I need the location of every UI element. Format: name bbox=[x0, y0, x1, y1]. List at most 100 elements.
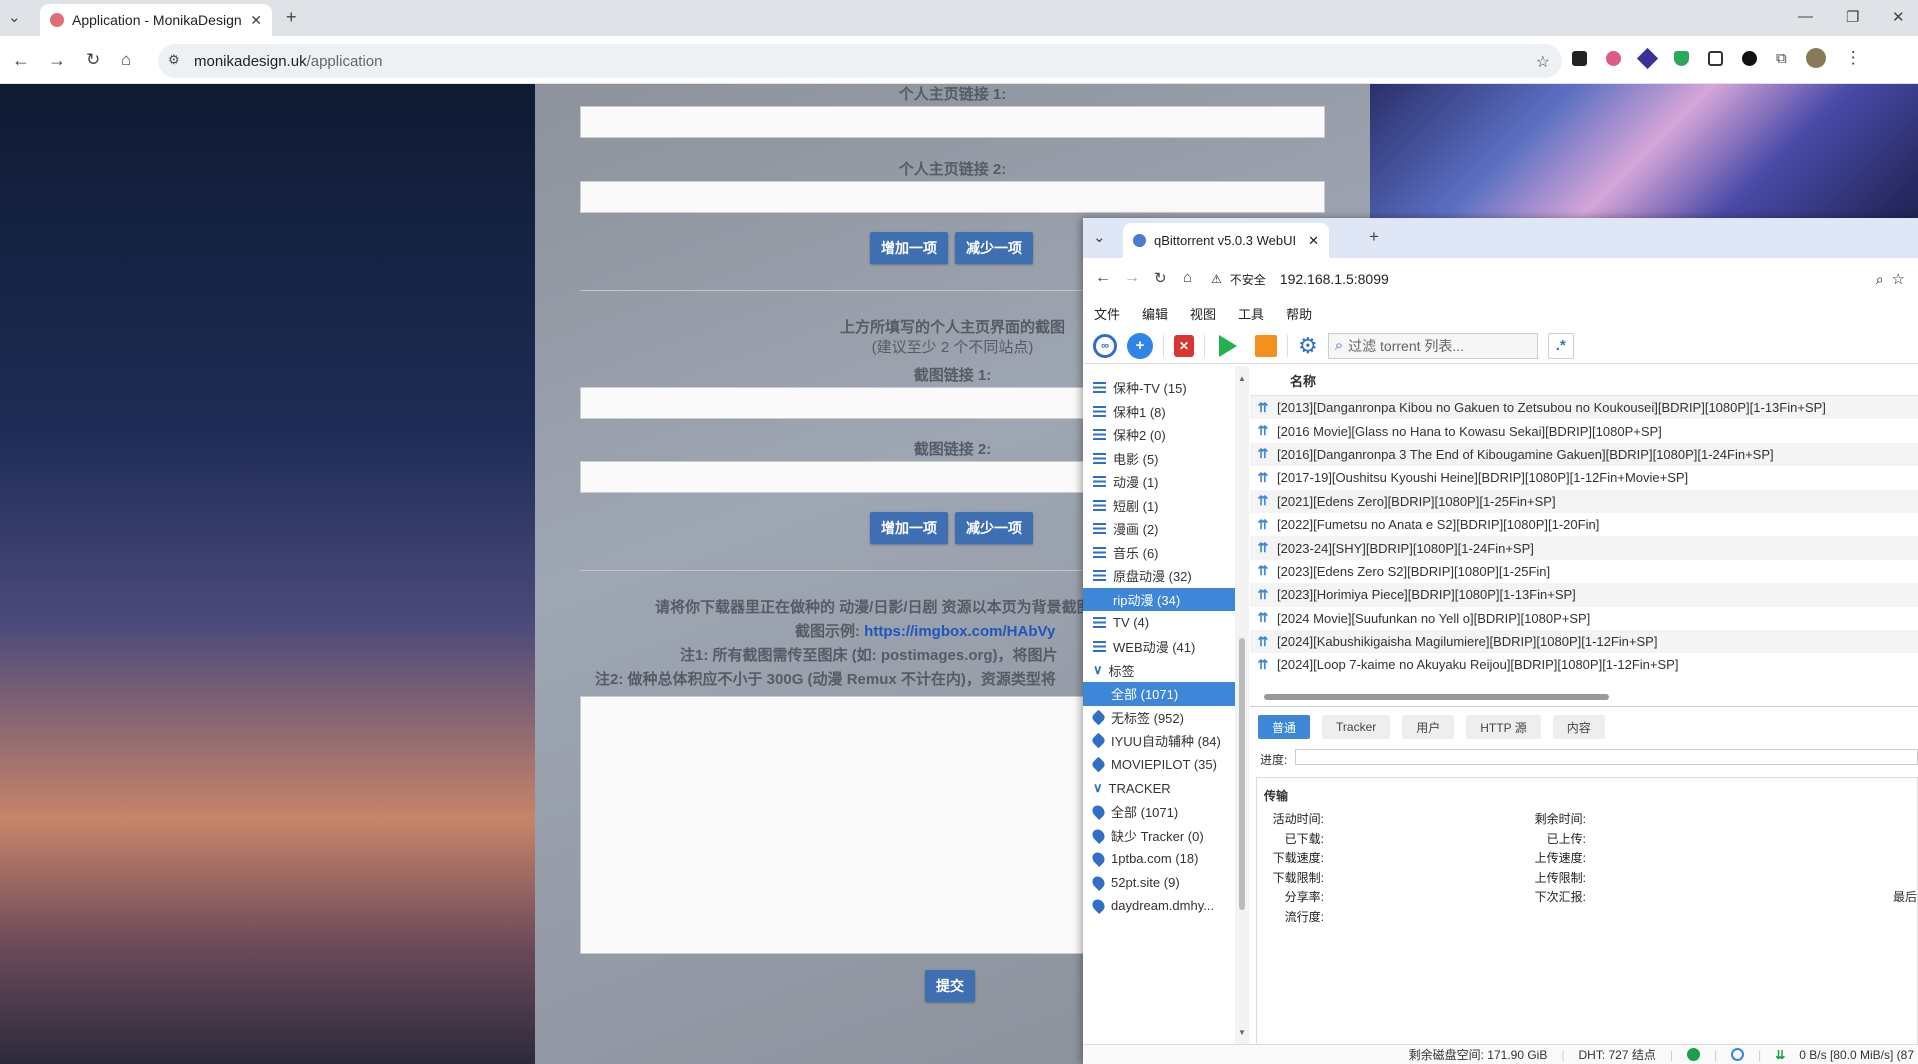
category-item[interactable]: 短剧 (1) bbox=[1083, 494, 1235, 518]
qb-new-tab-icon[interactable]: + bbox=[1369, 227, 1379, 247]
minimize-icon[interactable]: — bbox=[1798, 8, 1813, 25]
extension-2-icon[interactable] bbox=[1606, 50, 1621, 66]
category-item[interactable]: 漫画 (2) bbox=[1083, 517, 1235, 541]
menu-edit[interactable]: 编辑 bbox=[1142, 304, 1168, 323]
pause-icon[interactable] bbox=[1255, 334, 1277, 357]
torrent-row[interactable]: ⇈ [2023][Edens Zero S2][BDRIP][1080P][1-2… bbox=[1250, 560, 1918, 583]
menu-icon[interactable]: ⋮ bbox=[1845, 48, 1862, 68]
speed-limit-icon[interactable] bbox=[1731, 1048, 1745, 1061]
submit-button[interactable]: 提交 bbox=[925, 970, 975, 1002]
tab-general[interactable]: 普通 bbox=[1258, 715, 1311, 739]
close-tab-icon[interactable]: ✕ bbox=[250, 12, 262, 29]
home-icon[interactable]: ⌂ bbox=[121, 50, 131, 70]
hscroll-thumb[interactable] bbox=[1264, 694, 1609, 700]
tag-item[interactable]: 无标签 (952) bbox=[1083, 706, 1235, 730]
reload-icon[interactable]: ↻ bbox=[86, 50, 100, 70]
settings-gear-icon[interactable]: ⚙ bbox=[1298, 333, 1318, 359]
torrent-row[interactable]: ⇈ [2013][Danganronpa Kibou no Gakuen to Z… bbox=[1250, 396, 1918, 420]
back-icon[interactable]: ← bbox=[12, 50, 30, 71]
torrent-row[interactable]: ⇈ [2017-19][Oushitsu Kyoushi Heine][BDRIP… bbox=[1250, 466, 1918, 489]
category-item[interactable]: 原盘动漫 (32) bbox=[1083, 564, 1235, 588]
qb-address-bar[interactable]: ⚠ 不安全 192.168.1.5:8099 ⌕ ☆ bbox=[1211, 263, 1911, 295]
category-item[interactable]: TV (4) bbox=[1083, 611, 1235, 635]
tab-content[interactable]: 内容 bbox=[1552, 715, 1605, 739]
add-homepage-button[interactable]: 增加一项 bbox=[870, 232, 948, 264]
torrent-row[interactable]: ⇈ [2023-24][SHY][BDRIP][1080P][1-24Fin+SP… bbox=[1250, 536, 1918, 560]
extension-3-icon[interactable] bbox=[1636, 47, 1659, 69]
site-info-icon[interactable]: ⚙ bbox=[168, 52, 180, 68]
torrent-row[interactable]: ⇈ [2022][Fumetsu no Anata e S2][BDRIP][10… bbox=[1250, 513, 1918, 536]
torrent-row[interactable]: ⇈ [2023][Horimiya Piece][BDRIP][1080P][1-… bbox=[1250, 583, 1918, 607]
tab-application[interactable]: Application - MonikaDesign ✕ bbox=[40, 4, 272, 36]
example-link[interactable]: https://imgbox.com/HAbVy bbox=[864, 623, 1055, 640]
category-item[interactable]: WEB动漫 (41) bbox=[1083, 635, 1235, 659]
tag-item-selected[interactable]: 全部 (1071) bbox=[1083, 682, 1235, 706]
tab-search-icon[interactable]: ⌄ bbox=[8, 8, 21, 26]
torrent-filter-input[interactable]: ⌕ 过滤 torrent 列表... bbox=[1327, 332, 1538, 359]
extension-5-icon[interactable] bbox=[1708, 50, 1723, 66]
category-item[interactable]: 保种-TV (15) bbox=[1083, 376, 1235, 400]
forward-icon[interactable]: → bbox=[48, 50, 66, 71]
profile-avatar[interactable] bbox=[1805, 48, 1826, 68]
remove-homepage-button[interactable]: 减少一项 bbox=[955, 232, 1033, 264]
torrent-row[interactable]: ⇈ [2024][Loop 7-kaime no Akuyaku Reijou][… bbox=[1250, 653, 1918, 676]
qb-forward-icon[interactable]: → bbox=[1124, 269, 1140, 287]
add-screenshot-button[interactable]: 增加一项 bbox=[870, 512, 948, 544]
menu-view[interactable]: 视图 bbox=[1190, 304, 1216, 323]
qb-back-icon[interactable]: ← bbox=[1095, 269, 1111, 287]
resume-icon[interactable] bbox=[1219, 334, 1237, 357]
torrent-row[interactable]: ⇈ [2024 Movie][Suufunkan no Yell o][BDRIP… bbox=[1250, 607, 1918, 630]
category-item-selected[interactable]: rip动漫 (34) bbox=[1083, 587, 1235, 611]
tab-peers[interactable]: 用户 bbox=[1402, 715, 1455, 739]
restore-icon[interactable]: ❐ bbox=[1846, 8, 1859, 26]
torrent-row[interactable]: ⇈ [2024][Kabushikigaisha Magilumiere][BDR… bbox=[1250, 629, 1918, 654]
new-tab-icon[interactable]: + bbox=[286, 7, 297, 28]
tab-http-sources[interactable]: HTTP 源 bbox=[1466, 715, 1541, 739]
torrent-row[interactable]: ⇈ [2021][Edens Zero][BDRIP][1080P][1-25Fi… bbox=[1250, 489, 1918, 513]
add-torrent-icon[interactable]: + bbox=[1127, 332, 1153, 359]
qb-tab-search-icon[interactable]: ⌄ bbox=[1093, 228, 1106, 246]
menu-file[interactable]: 文件 bbox=[1094, 304, 1120, 323]
extension-1-icon[interactable] bbox=[1572, 50, 1587, 66]
connection-status-icon[interactable] bbox=[1686, 1048, 1700, 1061]
address-bar[interactable]: ⚙ monikadesign.uk/application ☆ bbox=[158, 44, 1562, 78]
zoom-icon[interactable]: ⌕ bbox=[1876, 271, 1884, 288]
tracker-item[interactable]: 52pt.site (9) bbox=[1083, 871, 1235, 895]
bookmark-star-icon[interactable]: ☆ bbox=[1536, 52, 1550, 72]
category-item[interactable]: 电影 (5) bbox=[1083, 447, 1235, 471]
tracker-item[interactable]: 1ptba.com (18) bbox=[1083, 847, 1235, 871]
tag-item[interactable]: IYUU自动辅种 (84) bbox=[1083, 729, 1235, 753]
qb-reload-icon[interactable]: ↻ bbox=[1154, 269, 1167, 287]
torrent-row[interactable]: ⇈ [2016 Movie][Glass no Hana to Kowasu Se… bbox=[1250, 419, 1918, 442]
scrollbar-thumb[interactable] bbox=[1239, 638, 1245, 910]
tracker-header[interactable]: ∨ TRACKER bbox=[1083, 776, 1235, 800]
tracker-item[interactable]: 全部 (1071) bbox=[1083, 800, 1235, 824]
qb-tab[interactable]: qBittorrent v5.0.3 WebUI ✕ bbox=[1123, 223, 1329, 258]
add-link-icon[interactable]: ∞ bbox=[1093, 333, 1117, 358]
tag-item[interactable]: MOVIEPILOT (35) bbox=[1083, 753, 1235, 777]
qb-close-tab-icon[interactable]: ✕ bbox=[1308, 233, 1319, 249]
homepage-link-2-input[interactable] bbox=[580, 181, 1325, 213]
category-item[interactable]: 保种1 (8) bbox=[1083, 400, 1235, 424]
window-close-icon[interactable]: ✕ bbox=[1892, 8, 1905, 26]
tags-header[interactable]: ∨ 标签 bbox=[1083, 658, 1235, 682]
list-horizontal-scrollbar[interactable] bbox=[1250, 691, 1918, 703]
menu-tools[interactable]: 工具 bbox=[1238, 304, 1264, 323]
category-item[interactable]: 音乐 (6) bbox=[1083, 541, 1235, 565]
extension-4-icon[interactable] bbox=[1674, 50, 1689, 66]
extensions-puzzle-icon[interactable]: ⧉ bbox=[1776, 50, 1787, 67]
torrent-row[interactable]: ⇈ [2016][Danganronpa 3 The End of Kibouga… bbox=[1250, 442, 1918, 467]
remove-screenshot-button[interactable]: 减少一项 bbox=[955, 512, 1033, 544]
qb-bookmark-icon[interactable]: ☆ bbox=[1892, 270, 1905, 288]
column-name-header[interactable]: 名称 bbox=[1250, 366, 1918, 396]
delete-icon[interactable]: ✕ bbox=[1174, 334, 1194, 357]
menu-help[interactable]: 帮助 bbox=[1286, 304, 1312, 323]
scroll-down-icon[interactable]: ▼ bbox=[1238, 1028, 1246, 1037]
regex-filter-icon[interactable]: .* bbox=[1547, 332, 1574, 359]
homepage-link-1-input[interactable] bbox=[580, 106, 1325, 138]
qb-home-icon[interactable]: ⌂ bbox=[1183, 269, 1192, 286]
sidebar-scrollbar[interactable]: ▲ ▼ bbox=[1235, 366, 1249, 1048]
tab-tracker[interactable]: Tracker bbox=[1322, 715, 1391, 739]
extension-6-icon[interactable] bbox=[1742, 50, 1757, 66]
tracker-item[interactable]: 缺少 Tracker (0) bbox=[1083, 824, 1235, 848]
